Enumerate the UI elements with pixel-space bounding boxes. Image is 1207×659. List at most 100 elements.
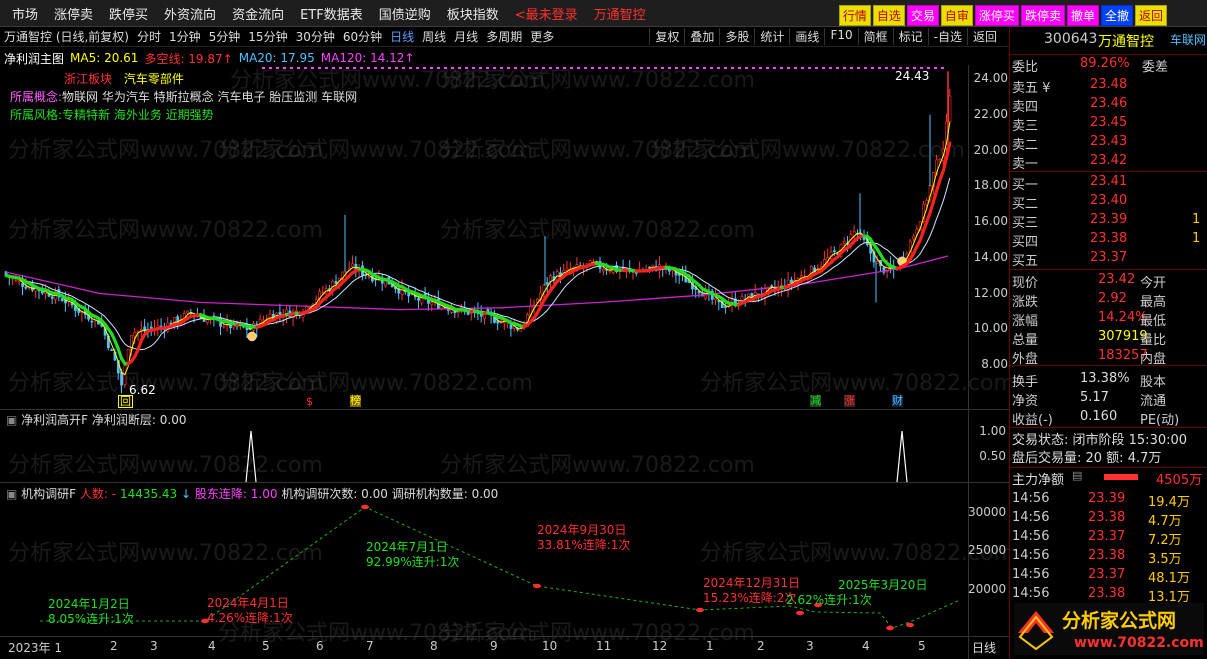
cancel-order-button[interactable]: 撤单 bbox=[1066, 5, 1099, 26]
survey-point[interactable] bbox=[796, 610, 804, 616]
date-tick-11: 12 bbox=[652, 639, 668, 653]
sub2-arrow: ↓ bbox=[181, 487, 192, 501]
signal-dot[interactable] bbox=[247, 331, 257, 342]
stat-value: 13.38% bbox=[1080, 371, 1130, 386]
candle-body bbox=[278, 311, 282, 315]
stat-label-2: PE(动) bbox=[1140, 413, 1180, 428]
candle-body bbox=[519, 328, 523, 332]
stock-board[interactable]: 车联网 bbox=[1170, 31, 1206, 48]
candle-body bbox=[17, 280, 21, 283]
tick-time: 14:56 bbox=[1012, 491, 1050, 506]
survey-point[interactable] bbox=[533, 583, 541, 589]
sub1-tick-1: 1.00 bbox=[979, 424, 1006, 438]
limit-down-sell-button[interactable]: 跌停卖 bbox=[1020, 5, 1065, 26]
sub2-menu-icon[interactable]: ▣ bbox=[6, 487, 17, 501]
ask-label: 卖五 ¥ bbox=[1012, 81, 1051, 96]
sub2-times: 机构调研次数: 0.00 bbox=[281, 487, 388, 501]
logo-url: www.70822.com bbox=[1074, 635, 1204, 651]
date-tick-5: 6 bbox=[316, 639, 324, 653]
event-marker-back[interactable]: 回 bbox=[118, 395, 133, 408]
tick-volume: 48.1万 bbox=[1148, 571, 1190, 586]
survey-point[interactable] bbox=[361, 504, 369, 510]
watermark-text: 分析家公式网www.70822.com bbox=[700, 371, 1010, 396]
watermark-text: 分析家公式网www.70822.com bbox=[8, 541, 323, 566]
candle-body bbox=[875, 261, 879, 265]
logo-graphic: 分析家公式网 www.70822.com bbox=[1018, 609, 1204, 651]
ask-price: 23.45 bbox=[1090, 115, 1128, 130]
bid-volume: 1 bbox=[1192, 231, 1201, 246]
stat-row: 换手 13.38% 股本 bbox=[1010, 370, 1207, 390]
event-marker-dollar[interactable]: $ bbox=[306, 395, 313, 408]
candle-body bbox=[832, 250, 836, 252]
bid-price: 23.38 bbox=[1090, 231, 1128, 246]
survey-note-6: 2025年3月20日 2.62%连升:1次 bbox=[786, 578, 928, 607]
tick-price: 23.38 bbox=[1088, 548, 1126, 563]
date-tick-16: 5 bbox=[918, 639, 926, 653]
candle-body bbox=[417, 297, 421, 301]
tick-time: 14:56 bbox=[1012, 548, 1050, 563]
cancel-all-button[interactable]: 全撤 bbox=[1100, 5, 1133, 26]
main-flow-label: 主力净额 bbox=[1012, 473, 1065, 488]
bid-price: 23.41 bbox=[1090, 174, 1128, 189]
candle-body bbox=[120, 371, 124, 386]
event-marker-reduce[interactable]: 减 bbox=[810, 395, 821, 407]
ask-price: 23.43 bbox=[1090, 134, 1128, 149]
main-flow-value: 4505万 bbox=[1156, 473, 1203, 488]
sub1-header: ▣ 净利润高开F 净利润断层: 0.00 bbox=[6, 411, 186, 428]
ask-row: 卖四 23.46 bbox=[1010, 95, 1207, 115]
bid-price: 23.39 bbox=[1090, 212, 1128, 227]
event-marker-finance[interactable]: 财 bbox=[892, 395, 903, 407]
event-marker-rise[interactable]: 涨 bbox=[844, 395, 855, 407]
kline-chart[interactable]: 分析家公式网www.70822.com 分析家公式网www.70822.com 分析… bbox=[0, 0, 1010, 659]
survey-note-2: 2024年4月1日 4.26%连降:1次 bbox=[207, 596, 293, 625]
candle-body bbox=[186, 310, 190, 314]
sub2-tick-30000: 30000 bbox=[968, 505, 1007, 519]
stat-row: 涨跌 2.92 最高 bbox=[1010, 290, 1207, 310]
date-tick-3: 4 bbox=[208, 639, 216, 653]
sub1-name[interactable]: 净利润高开F bbox=[21, 413, 88, 427]
trade-status: 交易状态: 闭市阶段 15:30:00 bbox=[1010, 427, 1207, 448]
date-axis-separator bbox=[0, 636, 1009, 637]
watermark-text: 分析家公式网www.70822.com bbox=[650, 138, 965, 163]
candle-body bbox=[14, 278, 18, 281]
after-hours: 盘后交易量: 20 额: 4.7万 bbox=[1012, 451, 1162, 466]
date-tick-12: 1 bbox=[706, 639, 714, 653]
quote-header: 300643 万通智控 车联网 bbox=[1010, 30, 1207, 50]
sub2-people: 人数: - bbox=[79, 487, 117, 501]
sub2-value: 14435.43 bbox=[119, 487, 178, 501]
back-button[interactable]: 返回 bbox=[1134, 5, 1167, 26]
event-marker-list[interactable]: 榜 bbox=[350, 395, 361, 407]
sub2-name[interactable]: 机构调研F bbox=[21, 487, 76, 501]
date-tick-0: 2023年 1 bbox=[8, 641, 62, 655]
bid-label: 买二 bbox=[1012, 197, 1039, 212]
date-tick-8: 9 bbox=[490, 639, 498, 653]
ask-label: 卖三 bbox=[1012, 119, 1039, 134]
main-flow-bar bbox=[1104, 474, 1138, 480]
stat-value: 2.92 bbox=[1098, 291, 1127, 306]
price-tick: 14.00 bbox=[973, 249, 1008, 264]
survey-point[interactable] bbox=[886, 625, 894, 631]
tick-time: 14:56 bbox=[1012, 567, 1050, 582]
survey-point[interactable] bbox=[906, 622, 914, 628]
candle-body bbox=[608, 270, 612, 273]
stat-label: 现价 bbox=[1012, 276, 1039, 291]
bid-row: 买四 23.38 1 bbox=[1010, 230, 1207, 250]
bid-row: 买一 23.41 bbox=[1010, 173, 1207, 193]
bid-label: 买一 bbox=[1012, 178, 1039, 193]
candle-body bbox=[842, 241, 846, 244]
stat-row: 总量 307919 量比 bbox=[1010, 328, 1207, 348]
tick-volume: 3.5万 bbox=[1148, 552, 1182, 567]
tick-volume: 19.4万 bbox=[1148, 495, 1190, 510]
watermark-text: 分析家公式网www.70822.com bbox=[440, 68, 755, 93]
ask-label: 卖一 bbox=[1012, 157, 1039, 172]
survey-point[interactable] bbox=[696, 607, 704, 613]
sub1-menu-icon[interactable]: ▣ bbox=[6, 413, 17, 427]
stat-value: 5.17 bbox=[1080, 390, 1109, 405]
stat-row: 收益(-) 0.160 PE(动) bbox=[1010, 408, 1207, 428]
main-flow-icon[interactable]: ▤ bbox=[1072, 469, 1082, 482]
sub1-tick-050: 0.50 bbox=[979, 449, 1006, 463]
watermark-text: 分析家公式网www.70822.com bbox=[440, 453, 755, 478]
ask-price: 23.48 bbox=[1090, 77, 1128, 92]
candle-body bbox=[545, 282, 549, 285]
price-tick: 18.00 bbox=[973, 178, 1008, 193]
